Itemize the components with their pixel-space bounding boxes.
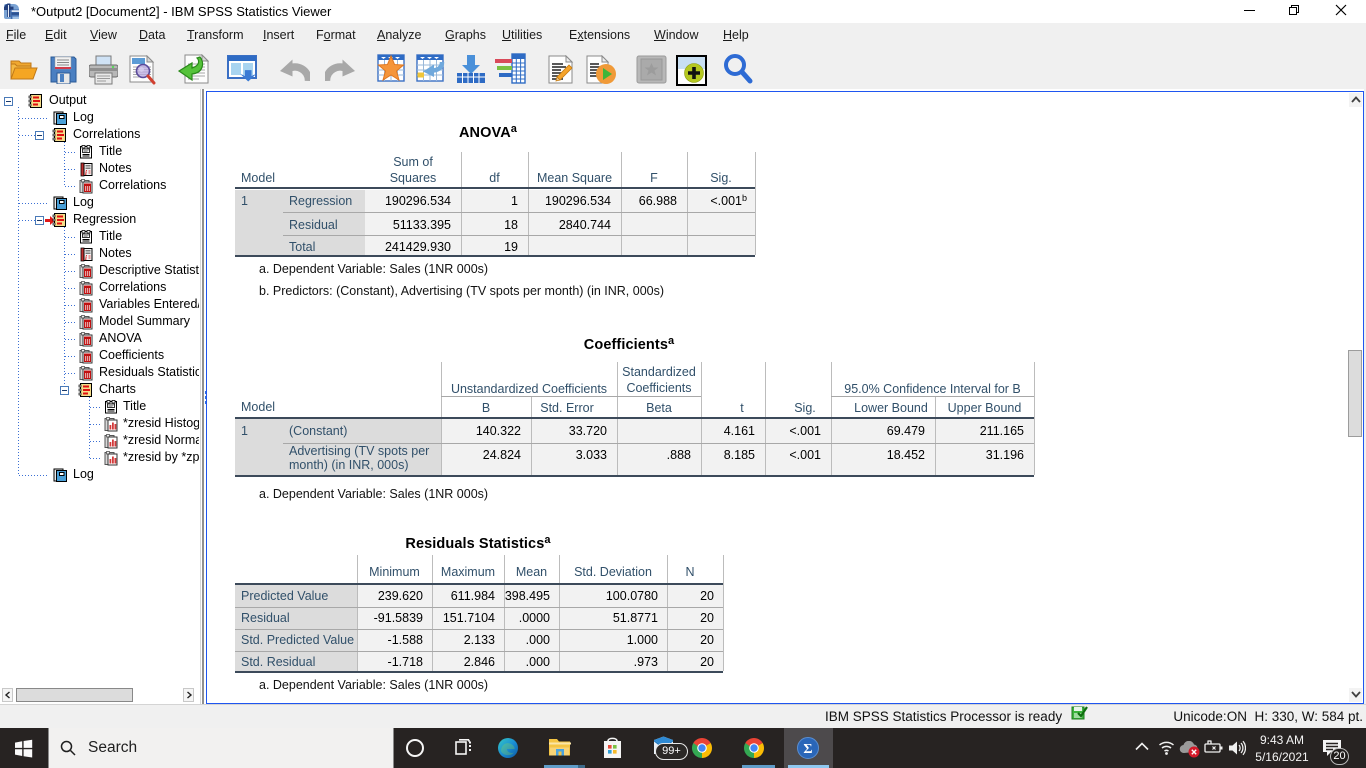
svg-text:Σ: Σ — [803, 742, 812, 757]
svg-text:i: i — [85, 254, 87, 262]
svg-text:i: i — [85, 169, 87, 177]
